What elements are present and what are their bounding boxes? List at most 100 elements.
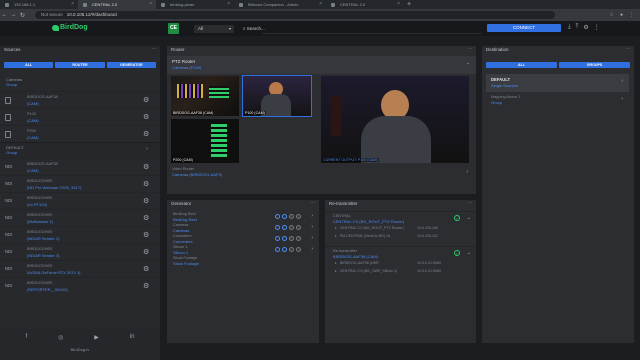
play-icon[interactable] xyxy=(275,214,280,219)
route-icon[interactable] xyxy=(282,236,287,241)
route-icon[interactable] xyxy=(282,247,287,252)
browser-tab[interactable]: birddog-ptzas × xyxy=(156,0,234,9)
check-icon[interactable]: ✓ xyxy=(454,250,460,256)
reload-icon[interactable]: ↻ xyxy=(18,12,27,19)
retransmitter-sub-row[interactable]: ▸ BIRDDOG-AAF38 (LWR 10.0.0.21:5960 xyxy=(325,259,476,267)
gear-icon[interactable]: ⚙ xyxy=(143,197,149,205)
gear-icon[interactable]: ⚙ xyxy=(143,248,149,256)
record-icon[interactable] xyxy=(296,236,301,241)
source-item[interactable]: NDI BIRDDOGHEE (HD Pro Webcam C920_3317) ⚙ xyxy=(0,175,160,192)
record-icon[interactable] xyxy=(296,247,301,252)
linkedin-icon[interactable]: in xyxy=(130,334,135,341)
destination-groups-button[interactable]: GROUPS xyxy=(559,62,630,68)
more-icon[interactable]: ··· xyxy=(468,45,473,53)
settings-icon[interactable]: ⚙ xyxy=(583,24,588,31)
gear-icon[interactable]: ⚙ xyxy=(143,163,149,171)
search-input[interactable]: ⌕ Search... xyxy=(243,25,265,33)
gear-icon[interactable]: ⚙ xyxy=(143,282,149,290)
route-icon[interactable] xyxy=(282,214,287,219)
menu-icon[interactable]: ⋮ xyxy=(629,12,634,18)
stop-icon[interactable] xyxy=(289,236,294,241)
new-tab-icon[interactable]: + xyxy=(404,0,411,9)
source-item[interactable]: NDI BIRDDOG-AAF38 (CAM) ⚙ xyxy=(0,158,160,175)
source-item[interactable]: NDI BIRDDOGHEE (Multiviewer 1) ⚙ xyxy=(0,209,160,226)
record-icon[interactable] xyxy=(296,214,301,219)
camera-thumbnail[interactable]: BIRDDOG-AAF38 (CAM) xyxy=(171,76,239,116)
more-icon[interactable]: ⋮ xyxy=(594,24,600,31)
destination-item[interactable]: Mapping Above 1 Group › xyxy=(486,93,629,109)
url-field[interactable]: Not secure 10.0.105.12/#/dashboard xyxy=(35,11,555,19)
facebook-icon[interactable]: f xyxy=(25,334,27,341)
retransmitter-sub-row[interactable]: ▸ CENTRAL 2.0 (BG_ROUT_PTZ Router) 10.0.10… xyxy=(325,224,476,232)
star-icon[interactable]: ☆ xyxy=(609,12,613,18)
retransmitter-sub-row[interactable]: ▸ CENTRAL 2.0 (BG_OWE_Silicon 1) 10.0.0.21… xyxy=(325,267,476,275)
sources-generator-button[interactable]: GENERATOR xyxy=(106,62,156,68)
camera-thumbnail[interactable]: P200 (CAM) xyxy=(171,119,239,163)
generator-row[interactable]: Stock Footage Stock Footage xyxy=(167,255,319,266)
filter-select[interactable]: All ▾ xyxy=(194,25,234,33)
ce-badge[interactable]: CE xyxy=(168,23,179,34)
play-icon[interactable] xyxy=(275,236,280,241)
gear-icon[interactable]: ⚙ xyxy=(143,113,149,121)
source-item[interactable]: P100 (CAM) ⚙ xyxy=(0,108,160,125)
more-icon[interactable]: ··· xyxy=(311,199,316,207)
more-icon[interactable]: ··· xyxy=(152,45,157,53)
close-icon[interactable]: × xyxy=(319,0,322,9)
source-item[interactable]: NDI BIRDDOGHEE NVIDIA GeForce RTX 2070 1) ⚙ xyxy=(0,260,160,277)
close-icon[interactable]: × xyxy=(397,0,400,9)
close-icon[interactable]: × xyxy=(227,0,230,9)
source-item[interactable]: NDI BIRDDOGHEE (Im PF120) ⚙ xyxy=(0,192,160,209)
retransmitter-group[interactable]: CENTRAL CENTRAL 2.0 (BG_ROUT_PTZ Router) ✓… xyxy=(325,211,476,224)
gear-icon[interactable]: ⚙ xyxy=(143,231,149,239)
download-icon[interactable]: ⤓ xyxy=(568,24,571,31)
gear-icon[interactable]: ⚙ xyxy=(143,130,149,138)
destination-all-button[interactable]: ALL xyxy=(486,62,557,68)
close-icon[interactable]: × xyxy=(71,0,74,9)
check-icon[interactable]: ✓ xyxy=(454,215,460,221)
destination-item-default[interactable]: DEFAULT Single Sources › xyxy=(486,74,629,92)
gear-icon[interactable]: ⚙ xyxy=(143,265,149,273)
connect-button[interactable]: CONNECT xyxy=(487,24,561,32)
source-item[interactable]: P200 (CAM) ⚙ xyxy=(0,125,160,142)
generator-row[interactable]: Cameras Cameras › xyxy=(167,222,319,233)
browser-tab-active[interactable]: CENTRAL 2.0 × xyxy=(78,0,156,9)
more-icon[interactable]: ··· xyxy=(468,199,473,207)
more-icon[interactable]: ··· xyxy=(626,45,631,53)
back-icon[interactable]: ← xyxy=(0,12,9,18)
sources-router-button[interactable]: ROUTER xyxy=(55,62,105,68)
close-icon[interactable]: × xyxy=(149,0,152,9)
profile-icon[interactable]: ● xyxy=(620,12,623,18)
generator-row[interactable]: BirdDog Reel BirdDog Reel › xyxy=(167,211,319,222)
generator-row[interactable]: Converters Converters › xyxy=(167,233,319,244)
retransmitter-sub-row[interactable]: ▸ PM-CENTRAL (Send to BG) 1A 10.0.105.101 xyxy=(325,232,476,240)
source-item[interactable]: NDI BIRDDOGHEE (NDIAR Sender 3) ⚙ xyxy=(0,243,160,260)
gear-icon[interactable]: ⚙ xyxy=(143,96,149,104)
forward-icon[interactable]: → xyxy=(9,12,18,18)
video-router-row[interactable]: Video Router Cameras (BIRDDOG-AAF3) › xyxy=(167,167,476,183)
source-item[interactable]: NDI BIRDDOGHEE (REPORTER__0004X) ⚙ xyxy=(0,277,160,294)
browser-tab[interactable]: 192.168.1.1 × xyxy=(0,0,78,9)
record-icon[interactable] xyxy=(296,225,301,230)
retransmitter-group[interactable]: Re-transmitter BIRDDOG-AAF38 (CAM) ✓ ⌄ xyxy=(325,246,476,259)
gear-icon[interactable]: ⚙ xyxy=(143,214,149,222)
route-icon[interactable] xyxy=(282,225,287,230)
cameras-group[interactable]: Cameras Group xyxy=(0,77,160,87)
router-selector[interactable]: PTZ Router Cameras (P100) ⌄ xyxy=(167,56,476,74)
camera-thumbnail-selected[interactable]: P100 (CAM) xyxy=(242,75,312,117)
upload-icon[interactable]: ⤒ xyxy=(576,24,579,31)
play-icon[interactable] xyxy=(275,225,280,230)
gear-icon[interactable]: ⚙ xyxy=(143,180,149,188)
play-icon[interactable] xyxy=(275,247,280,252)
youtube-icon[interactable]: ▶ xyxy=(94,334,99,341)
generator-row[interactable]: Silicon 1 Silicon 1 › xyxy=(167,244,319,255)
browser-tab[interactable]: CENTRAL 2.0 × xyxy=(326,0,404,9)
footer-brand[interactable]: BirdDog.tv xyxy=(0,347,160,352)
source-item[interactable]: NDI BIRDDOGHEE (NDIAR Sender 1) ⚙ xyxy=(0,226,160,243)
sources-all-button[interactable]: ALL xyxy=(4,62,54,68)
stop-icon[interactable] xyxy=(289,247,294,252)
default-group[interactable]: DEFAULT Group › xyxy=(0,142,160,158)
instagram-icon[interactable]: ◎ xyxy=(58,334,63,341)
browser-tab[interactable]: Bitfocus Companion - Admin × xyxy=(234,0,326,9)
source-item[interactable]: BIRDDOG-AAF38 (CAM) ⚙ xyxy=(0,91,160,108)
stop-icon[interactable] xyxy=(289,214,294,219)
